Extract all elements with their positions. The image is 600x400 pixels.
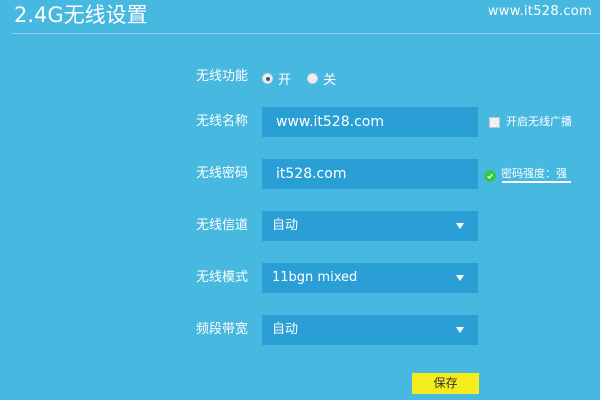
password-strength-bar	[502, 181, 571, 183]
ssid-input[interactable]	[262, 107, 478, 137]
broadcast-checkbox[interactable]	[489, 116, 500, 128]
bandwidth-select[interactable]: 自动	[262, 315, 478, 345]
bandwidth-select-value: 自动	[272, 322, 299, 337]
chevron-down-icon[interactable]	[456, 275, 464, 281]
mode-label: 无线模式	[196, 270, 249, 285]
password-strength-text: 密码强度：强	[501, 167, 567, 180]
page-title: 2.4G无线设置	[14, 3, 148, 27]
radio-off[interactable]: 关	[307, 69, 336, 88]
broadcast-checkbox-wrap[interactable]: 开启无线广播	[489, 115, 572, 129]
wireless-function-label: 无线功能	[196, 69, 249, 84]
radio-off-label: 关	[323, 73, 337, 88]
password-input[interactable]	[262, 159, 478, 189]
save-button[interactable]: 保存	[412, 373, 479, 394]
mode-select-value: 11bgn mixed	[272, 270, 358, 285]
radio-on-label: 开	[278, 73, 292, 88]
watermark-text: www.it528.com	[487, 4, 592, 19]
bandwidth-label: 频段带宽	[196, 322, 249, 337]
radio-on-icon[interactable]	[262, 73, 273, 84]
channel-select-value: 自动	[272, 218, 299, 233]
password-label: 无线密码	[196, 166, 249, 181]
radio-off-icon[interactable]	[307, 73, 319, 84]
header-divider	[12, 33, 600, 34]
wireless-function-radio-group: 开 关	[262, 69, 348, 88]
channel-label: 无线信道	[196, 218, 249, 233]
page-header: 2.4G无线设置 www.it528.com	[0, 0, 600, 34]
radio-on[interactable]: 开	[262, 69, 291, 88]
chevron-down-icon[interactable]	[456, 223, 464, 229]
broadcast-label: 开启无线广播	[506, 115, 572, 128]
password-strength: 密码强度：强	[484, 166, 567, 182]
channel-select[interactable]: 自动	[262, 211, 478, 241]
mode-select[interactable]: 11bgn mixed	[262, 263, 478, 293]
ssid-label: 无线名称	[196, 114, 249, 129]
chevron-down-icon[interactable]	[456, 327, 464, 333]
check-circle-icon	[484, 170, 496, 182]
